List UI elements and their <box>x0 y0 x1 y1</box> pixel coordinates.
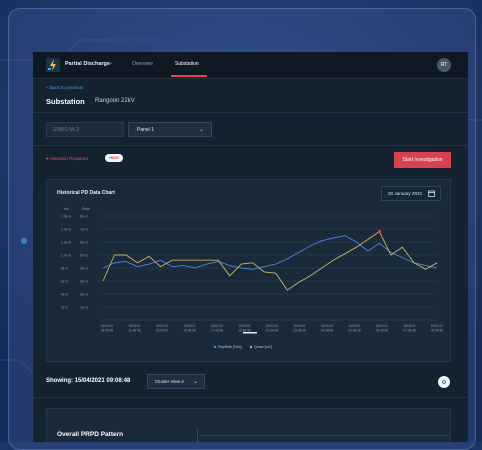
page-subtitle: Rangoon 22kV <box>95 98 135 104</box>
y-tick-label-left: 4e-9 <box>61 293 68 297</box>
x-tick-label: 13:08:47 <box>156 329 169 333</box>
legend-swatch <box>249 345 253 349</box>
x-tick-label: 03:08:48 <box>348 329 361 333</box>
chevron-down-icon: ⌄ <box>198 127 204 133</box>
prpd-axis <box>197 429 198 442</box>
x-tick-label: 15/01/21 <box>293 324 306 328</box>
app-window: Partial Discharge ⌄ Overview Substation … <box>33 52 468 442</box>
divider <box>33 397 468 398</box>
y-tick-label-left: 1.0e-8 <box>61 254 71 258</box>
y-axis-header: Rate <box>82 207 90 211</box>
x-tick-label: 16/01/21 <box>403 324 416 328</box>
x-tick-label: 16/01/21 <box>348 324 361 328</box>
tab-substation[interactable]: Substation <box>175 61 199 67</box>
x-tick-label: 19:08:48 <box>238 329 251 333</box>
x-tick-label: 07:08:48 <box>403 329 416 333</box>
x-tick-label: 15/01/21 <box>238 324 251 328</box>
x-tick-label: 16/01/21 <box>321 324 334 328</box>
divider <box>33 112 468 113</box>
y-tick-label-right: 8e+3 <box>80 215 88 219</box>
prpd-title: Overall PRPD Pattern <box>57 431 124 438</box>
y-tick-label-left: 8e-9 <box>61 267 68 271</box>
x-tick-label: 15/01/21 <box>211 324 224 328</box>
pd-line-chart: mV Rate 1.6e-8 8e+3 1.4e-8 7e+3 1.2e-8 6e+3 1.0e… <box>61 207 444 349</box>
y-tick-label-right: 4e+3 <box>80 267 88 271</box>
legend-label: RepRate [Nr/s] <box>218 345 242 349</box>
y-tick-label-right: 6e+3 <box>80 241 88 245</box>
x-tick-label: 15/01/21 <box>101 324 114 328</box>
x-tick-label: 17:08:48 <box>211 329 224 333</box>
back-link[interactable]: < Back to previous <box>46 85 83 90</box>
switchboard-select-value: SWBD ML3 <box>53 127 80 133</box>
y-tick-label-right: 2e+3 <box>80 293 88 297</box>
historical-chart-panel: Historical PD Data Chart 20 January 2021… <box>46 179 451 362</box>
switchboard-select[interactable]: SWBD ML3 <box>46 122 124 137</box>
divider <box>33 145 468 146</box>
x-tick-label: 09:08:48 <box>101 329 114 333</box>
panel-select-value: Panel 1 <box>137 127 154 133</box>
cluster-view-select[interactable]: Cluster View 2 ⌄ <box>147 374 205 389</box>
x-tick-label: 16/01/21 <box>376 324 389 328</box>
active-tab-indicator <box>171 75 207 77</box>
y-tick-label-left: 1.4e-8 <box>61 228 71 232</box>
x-tick-label: 23:08:48 <box>293 329 306 333</box>
series-line-reprate <box>102 235 438 270</box>
cluster-view-value: Cluster View 2 <box>155 379 184 384</box>
top-nav-bar: Partial Discharge ⌄ Overview Substation … <box>33 52 468 79</box>
chevron-down-icon: ⌄ <box>192 379 198 385</box>
scroll-indicator <box>243 332 257 334</box>
y-tick-label-right: 5e+3 <box>80 254 88 258</box>
tab-overview[interactable]: Overview <box>132 61 153 67</box>
y-tick-label-right: 3e+3 <box>80 280 88 284</box>
legend-swatch <box>213 345 217 349</box>
y-tick-label-right: 1e+3 <box>80 306 88 310</box>
prpd-panel: Overall PRPD Pattern <box>46 408 451 442</box>
x-tick-label: 01:08:48 <box>321 329 334 333</box>
gear-icon <box>442 380 446 384</box>
chevron-down-icon[interactable]: ⌄ <box>109 60 113 66</box>
x-tick-label: 15/01/21 <box>156 324 169 328</box>
x-tick-label: 11:08:48 <box>128 329 140 333</box>
y-tick-label-left: 2e-9 <box>61 306 68 310</box>
panel-select[interactable]: Panel 1 ⌄ <box>128 122 212 137</box>
x-tick-label: 09:08:48 <box>431 329 444 333</box>
x-tick-label: 15:08:48 <box>183 329 196 333</box>
legend-label: Qmax [mV] <box>254 345 272 349</box>
y-axis-header: mV <box>64 207 70 211</box>
prpd-gridline <box>199 435 449 436</box>
status-badge: HIGH <box>105 154 123 162</box>
y-tick-label-left: 1.2e-8 <box>61 241 71 245</box>
peak-marker <box>377 230 382 234</box>
x-tick-label: 05:08:48 <box>376 329 389 333</box>
x-tick-label: 15/01/21 <box>266 324 279 328</box>
x-tick-label: 21:08:48 <box>266 329 279 333</box>
attention-label: ● Attention Required <box>46 156 88 161</box>
x-tick-label: 15/01/21 <box>128 324 141 328</box>
settings-button[interactable] <box>438 376 450 388</box>
y-tick-label-right: 7e+3 <box>80 228 88 232</box>
y-tick-label-left: 6e-9 <box>61 280 68 284</box>
y-tick-label-left: 1.6e-8 <box>61 215 71 219</box>
start-investigation-button[interactable]: Start Investigation <box>394 152 451 168</box>
app-name[interactable]: Partial Discharge <box>65 61 110 67</box>
x-tick-label: 16/01/21 <box>431 324 444 328</box>
series-line-qmax <box>102 230 438 291</box>
x-tick-label: 15/01/21 <box>183 324 196 328</box>
lightning-logo-icon <box>46 58 60 72</box>
showing-label: Showing: 15/04/2021 09:08:48 <box>46 378 131 384</box>
avatar[interactable]: RT <box>437 58 451 72</box>
page-title: Substation <box>46 97 85 106</box>
